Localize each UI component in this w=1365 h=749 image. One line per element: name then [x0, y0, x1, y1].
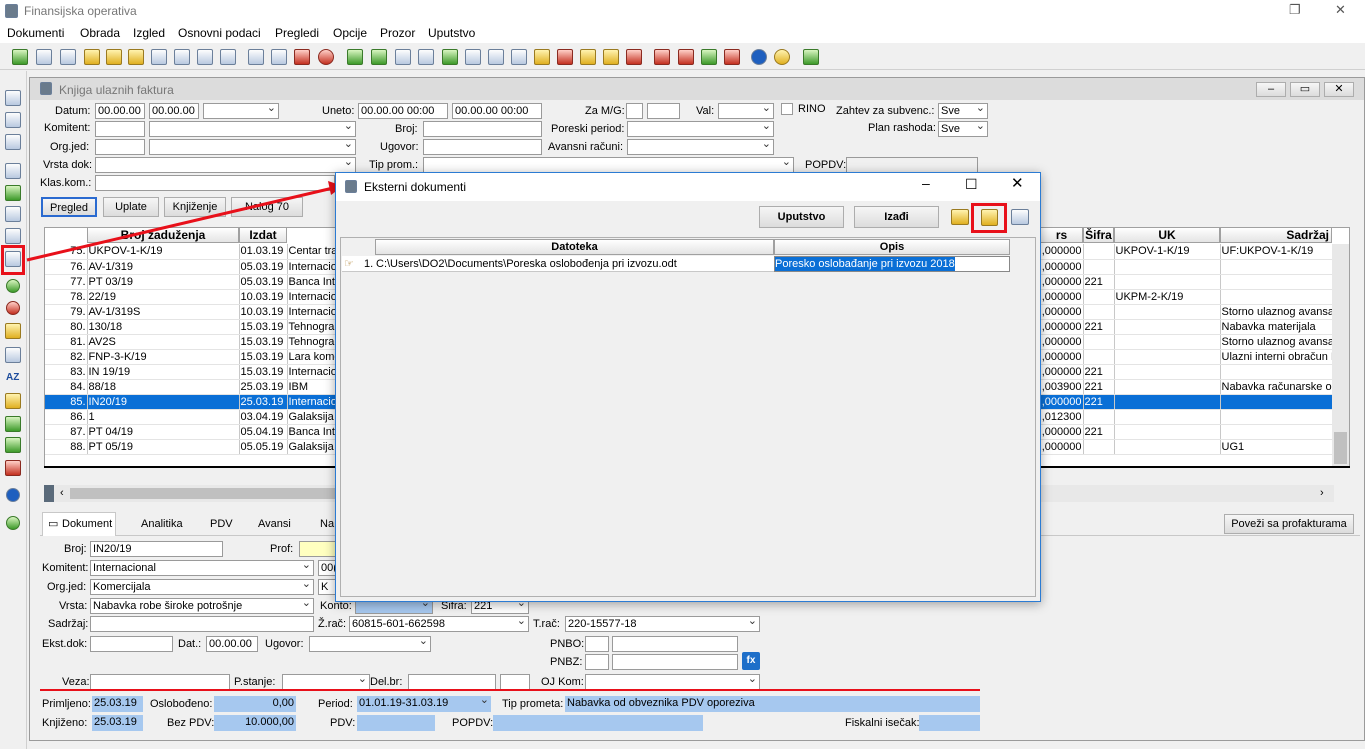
col-datoteka-header[interactable]: Datoteka — [375, 239, 774, 255]
dialog-grid — [340, 237, 1036, 597]
edit-description-icon[interactable] — [981, 209, 998, 226]
dialog-eksterni-dokumenti: Eksterni dokumenti – ☐ ✕ Uputstvo Izađi … — [335, 172, 1041, 602]
dialog-close-icon[interactable]: ✕ — [1011, 176, 1024, 191]
printer-icon[interactable] — [1011, 209, 1029, 225]
dialog-minimize-icon[interactable]: – — [922, 176, 930, 190]
row-pointer-icon: ☞ — [344, 258, 354, 270]
col-opis-header[interactable]: Opis — [774, 239, 1010, 255]
dialog-row-1[interactable]: ☞ 1. C:\Users\DO2\Documents\Poreska oslo… — [342, 256, 1010, 272]
dialog-title: Eksterni dokumenti — [364, 180, 467, 194]
dialog-window-icon — [345, 180, 357, 193]
dialog-row-file: C:\Users\DO2\Documents\Poreska oslobođen… — [376, 258, 677, 270]
dialog-titlebar: Eksterni dokumenti – ☐ ✕ — [336, 173, 1040, 201]
dialog-izadji-button[interactable]: Izađi — [854, 206, 939, 228]
dialog-maximize-icon[interactable]: ☐ — [965, 177, 978, 191]
dialog-row-opis: Poresko oslobađanje pri izvozu 2018 — [775, 257, 955, 271]
dialog-row-number: 1. — [364, 258, 374, 270]
dialog-uputstvo-button[interactable]: Uputstvo — [759, 206, 844, 228]
folder-icon[interactable] — [951, 209, 969, 225]
dialog-row-opis-cell[interactable]: Poresko oslobađanje pri izvozu 2018 — [774, 256, 1010, 272]
